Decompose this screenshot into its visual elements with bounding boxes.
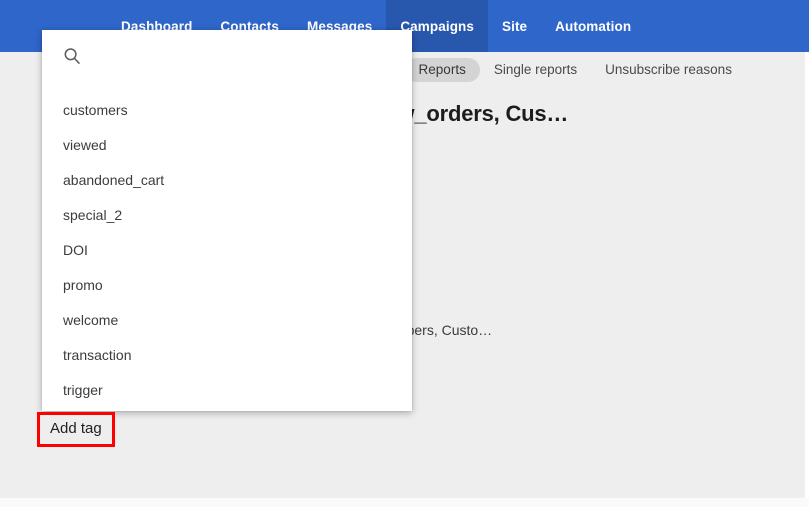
app-root: _from_new_orders, Cus… rted by user cont… — [0, 0, 809, 507]
list-item[interactable]: DOI — [42, 232, 412, 267]
page-bottom-spacer — [0, 498, 809, 507]
right-gutter — [805, 52, 809, 498]
list-item[interactable]: special_2 — [42, 197, 412, 232]
add-tag-button[interactable]: Add tag — [37, 412, 115, 447]
tag-search-input[interactable] — [90, 48, 390, 64]
subtab-reports[interactable]: Reports — [404, 57, 480, 83]
tag-search-row — [42, 30, 412, 70]
list-item[interactable]: viewed — [42, 127, 412, 162]
list-item[interactable]: promo — [42, 267, 412, 302]
subtab-single-reports[interactable]: Single reports — [480, 58, 591, 83]
nav-item-site[interactable]: Site — [488, 0, 541, 52]
subtab-unsubscribe-reasons[interactable]: Unsubscribe reasons — [591, 58, 746, 83]
nav-item-automation[interactable]: Automation — [541, 0, 645, 52]
list-item[interactable]: abandoned_cart — [42, 162, 412, 197]
tag-list: customers viewed abandoned_cart special_… — [42, 92, 412, 407]
list-item[interactable]: trigger — [42, 372, 412, 407]
list-item[interactable]: customers — [42, 92, 412, 127]
list-item[interactable]: transaction — [42, 337, 412, 372]
tag-dropdown-panel: customers viewed abandoned_cart special_… — [42, 30, 412, 411]
list-item[interactable]: welcome — [42, 302, 412, 337]
search-icon — [63, 47, 81, 65]
